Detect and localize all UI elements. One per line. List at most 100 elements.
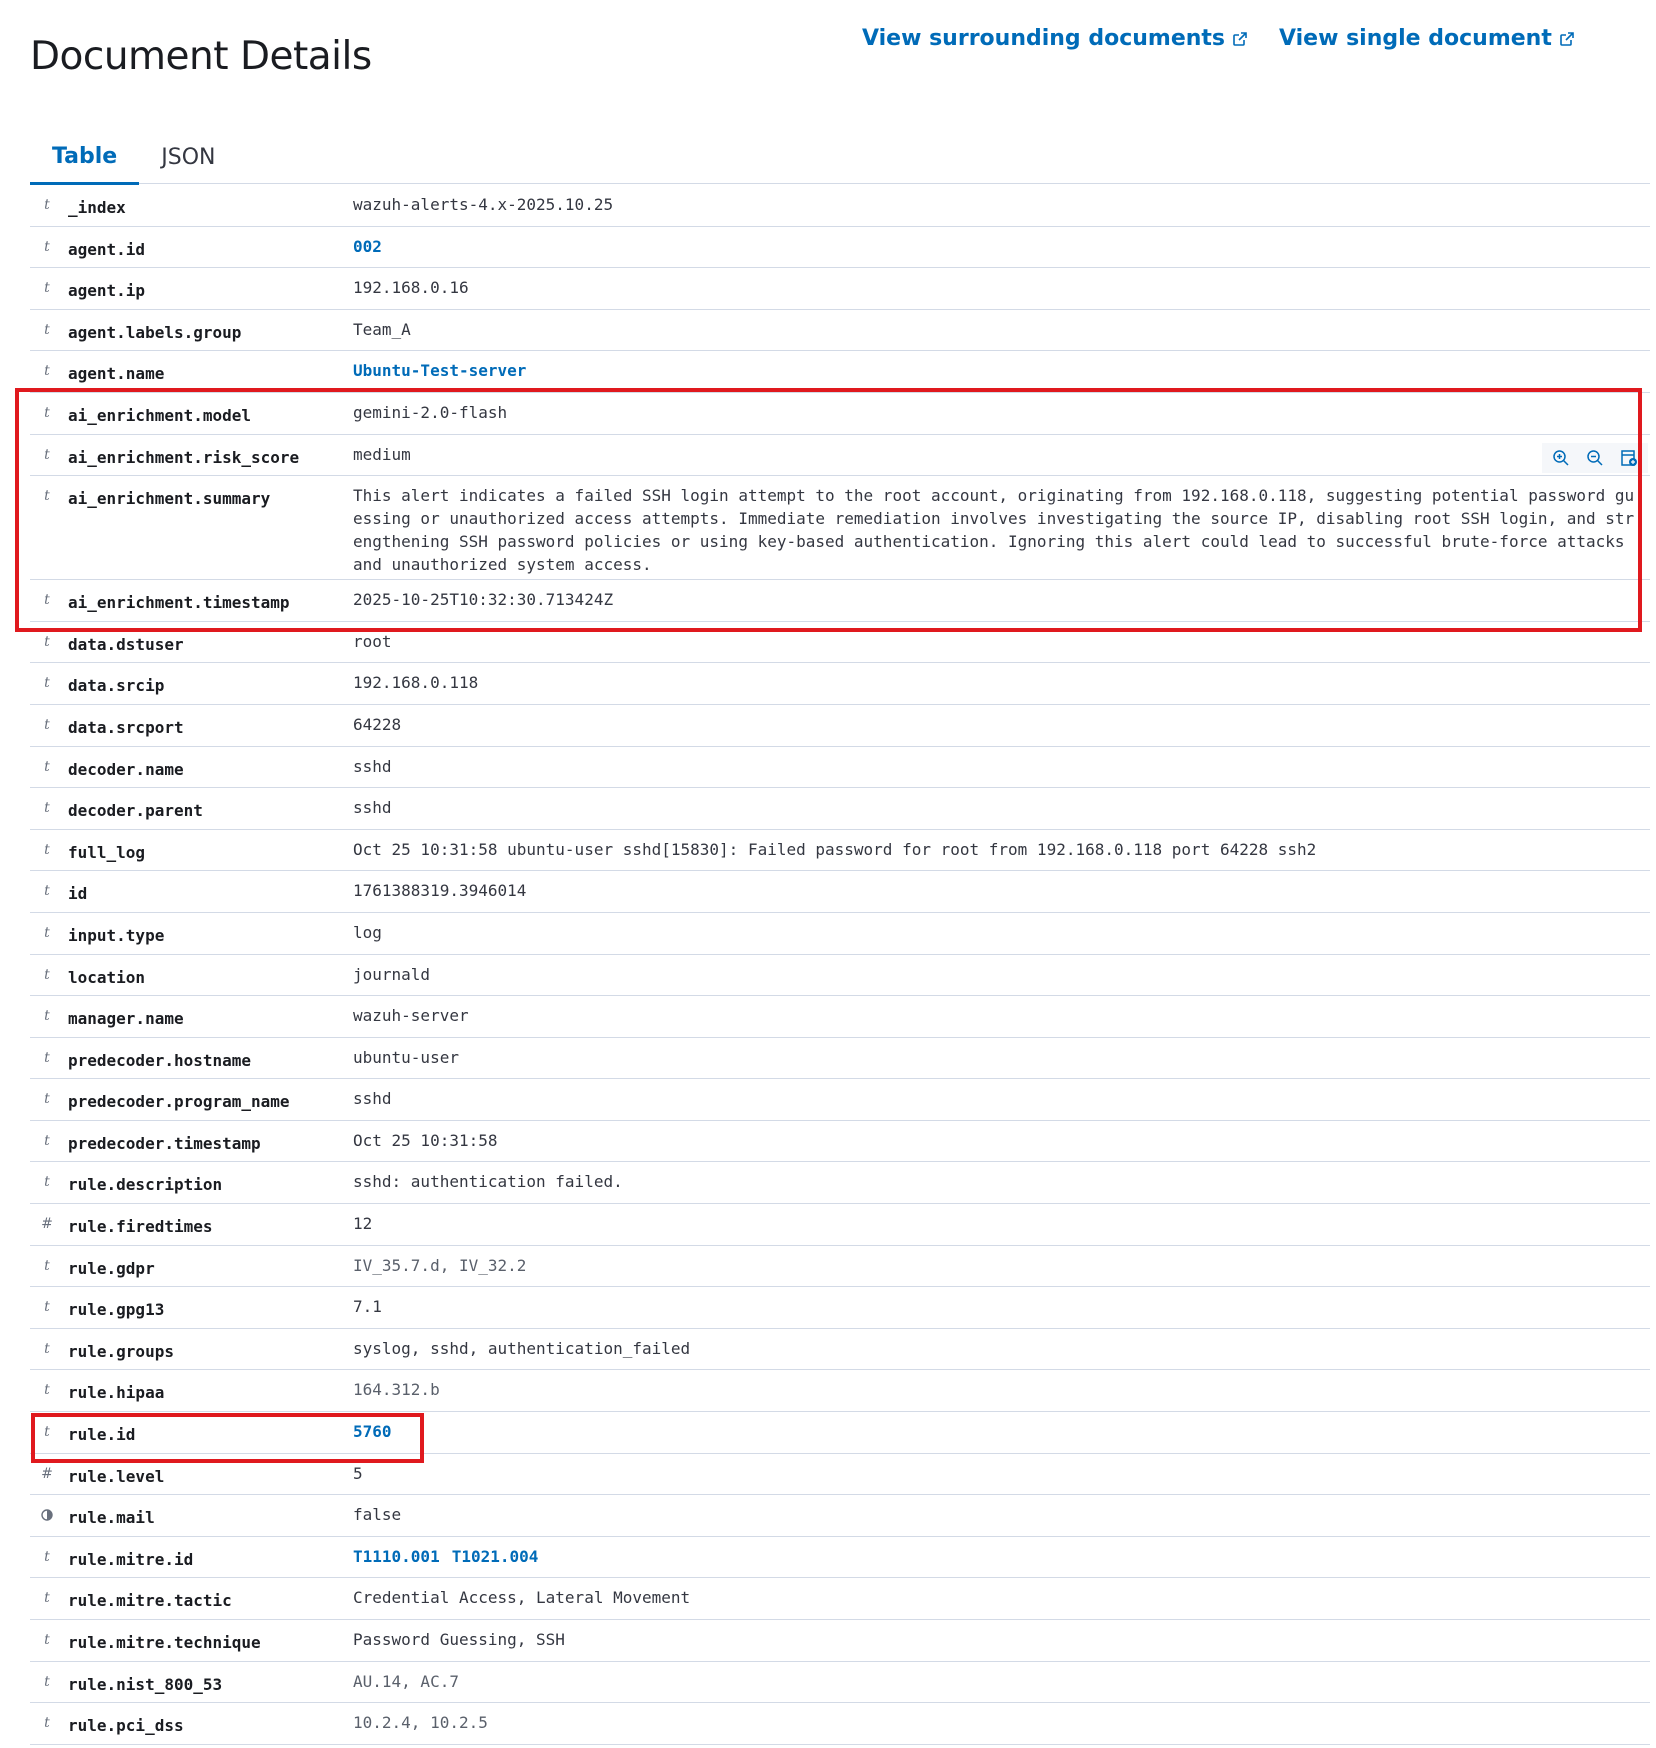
field-value: 7.1 <box>353 1297 382 1317</box>
tab-table[interactable]: Table <box>30 130 140 185</box>
string-type-icon: t <box>44 363 50 380</box>
field-value-link[interactable]: T1110.001 <box>353 1547 440 1566</box>
table-row: t rule.mitre.technique Password Guessing, … <box>30 1620 1650 1662</box>
string-type-icon: t <box>44 1673 50 1690</box>
table-row: t agent.labels.group Team_A <box>30 310 1650 352</box>
field-name: location <box>68 967 146 987</box>
field-name: rule.nist_800_53 <box>68 1674 223 1694</box>
field-value: 12 <box>353 1214 373 1234</box>
number-type-icon: # <box>41 1465 53 1482</box>
field-value: 1761388319.3946014 <box>353 881 527 901</box>
table-row: t location journald <box>30 955 1650 997</box>
field-name: predecoder.hostname <box>68 1050 252 1070</box>
field-value: Oct 25 10:31:58 <box>353 1130 498 1150</box>
string-type-icon: t <box>44 1548 50 1565</box>
field-value-link[interactable]: T1021.004 <box>452 1547 539 1566</box>
field-name: rule.gpg13 <box>68 1300 165 1320</box>
zoom-in-icon[interactable] <box>1546 445 1576 471</box>
row-actions <box>1542 442 1648 473</box>
field-name: decoder.name <box>68 759 184 779</box>
field-name: rule.id <box>68 1425 136 1445</box>
field-name: predecoder.timestamp <box>68 1133 261 1153</box>
string-type-icon: t <box>44 883 50 900</box>
field-value: gemini-2.0-flash <box>353 402 508 422</box>
field-value: 64228 <box>353 714 402 734</box>
view-single-document-link[interactable]: View single document <box>1279 26 1575 51</box>
view-surrounding-documents-link[interactable]: View surrounding documents <box>862 26 1248 51</box>
string-type-icon: t <box>44 197 50 213</box>
table-row: t predecoder.hostname ubuntu-user <box>30 1038 1650 1080</box>
table-row: t data.srcip 192.168.0.118 <box>30 663 1650 705</box>
field-name: rule.description <box>68 1175 223 1195</box>
field-value: 10.2.4, 10.2.5 <box>353 1713 488 1733</box>
table-row: t _index wazuh-alerts-4.x-2025.10.25 <box>30 185 1650 227</box>
field-value: sshd <box>353 798 392 818</box>
string-type-icon: t <box>44 321 50 338</box>
tab-json[interactable]: JSON <box>139 130 237 184</box>
table-row: t agent.id 002 <box>30 227 1650 269</box>
field-value: wazuh-server <box>353 1006 469 1026</box>
field-name: ai_enrichment.summary <box>68 489 271 509</box>
string-type-icon: t <box>44 1590 50 1607</box>
field-value: 164.312.b <box>353 1380 440 1400</box>
field-value[interactable]: 5760 <box>353 1420 1638 1443</box>
table-row: t data.dstuser root <box>30 622 1650 664</box>
table-row: t agent.name Ubuntu-Test-server <box>30 351 1650 393</box>
field-name: rule.mitre.tactic <box>68 1591 232 1611</box>
table-row: t rule.hipaa 164.312.b <box>30 1370 1650 1413</box>
table-row: t input.type log <box>30 913 1650 955</box>
field-name: data.srcport <box>68 717 184 737</box>
table-row: t ai_enrichment.summary This alert indicat… <box>30 476 1650 581</box>
field-name: rule.mail <box>68 1508 155 1528</box>
table-row: t rule.groups syslog, sshd, authentication… <box>30 1329 1650 1371</box>
field-value: journald <box>353 964 431 984</box>
document-fields-table: t _index wazuh-alerts-4.x-2025.10.25 t agent… <box>30 185 1650 1745</box>
field-value: log <box>353 922 382 942</box>
string-type-icon: t <box>44 924 50 941</box>
field-value: wazuh-alerts-4.x-2025.10.25 <box>353 195 614 214</box>
table-row: t ai_enrichment.risk_score medium <box>30 435 1650 477</box>
table-row: t rule.pci_dss 10.2.4, 10.2.5 <box>30 1703 1650 1745</box>
zoom-out-icon[interactable] <box>1580 445 1610 471</box>
table-row: t data.srcport 64228 <box>30 705 1650 747</box>
field-value: sshd <box>353 756 392 776</box>
boolean-type-icon <box>40 1509 54 1525</box>
string-type-icon: t <box>44 966 50 983</box>
field-name: data.srcip <box>68 676 165 696</box>
external-link-icon <box>1233 31 1247 46</box>
field-value[interactable]: Ubuntu-Test-server <box>353 359 1638 382</box>
field-value: ubuntu-user <box>353 1047 459 1067</box>
table-row: t rule.mitre.tactic Credential Access, Lat… <box>30 1578 1650 1620</box>
field-name: id <box>68 884 88 904</box>
string-type-icon: t <box>44 1632 50 1648</box>
field-value: Credential Access, Lateral Movement <box>353 1588 691 1608</box>
string-type-icon: t <box>44 1424 50 1441</box>
toggle-column-icon[interactable] <box>1614 445 1644 471</box>
string-type-icon: t <box>44 758 50 775</box>
field-name: manager.name <box>68 1009 184 1029</box>
field-value: AU.14, AC.7 <box>353 1671 459 1691</box>
table-row: t rule.description sshd: authentication fa… <box>30 1162 1650 1205</box>
field-value[interactable]: 002 <box>353 235 1638 258</box>
field-name: rule.gdpr <box>68 1258 155 1278</box>
field-name: predecoder.program_name <box>68 1092 290 1112</box>
field-name: rule.mitre.technique <box>68 1633 261 1652</box>
field-name: rule.groups <box>68 1341 174 1361</box>
string-type-icon: t <box>44 1382 50 1399</box>
string-type-icon: t <box>44 446 50 463</box>
table-row: t decoder.name sshd <box>30 747 1650 789</box>
field-name: agent.name <box>68 364 165 384</box>
field-name: ai_enrichment.model <box>68 405 252 425</box>
table-row: t rule.gdpr IV_35.7.d, IV_32.2 <box>30 1246 1650 1288</box>
field-value: 192.168.0.118 <box>353 673 479 693</box>
string-type-icon: t <box>44 841 50 858</box>
table-row: # rule.level 5 <box>30 1454 1650 1496</box>
field-name: agent.ip <box>68 281 146 301</box>
table-row: # rule.firedtimes 12 <box>30 1204 1650 1246</box>
field-value: sshd: authentication failed. <box>353 1172 623 1192</box>
field-value: IV_35.7.d, IV_32.2 <box>353 1255 527 1275</box>
table-row: t manager.name wazuh-server <box>30 996 1650 1038</box>
table-row: t ai_enrichment.model gemini-2.0-flash <box>30 393 1650 435</box>
field-value: 5 <box>353 1463 363 1483</box>
table-row: t predecoder.program_name sshd <box>30 1079 1650 1121</box>
